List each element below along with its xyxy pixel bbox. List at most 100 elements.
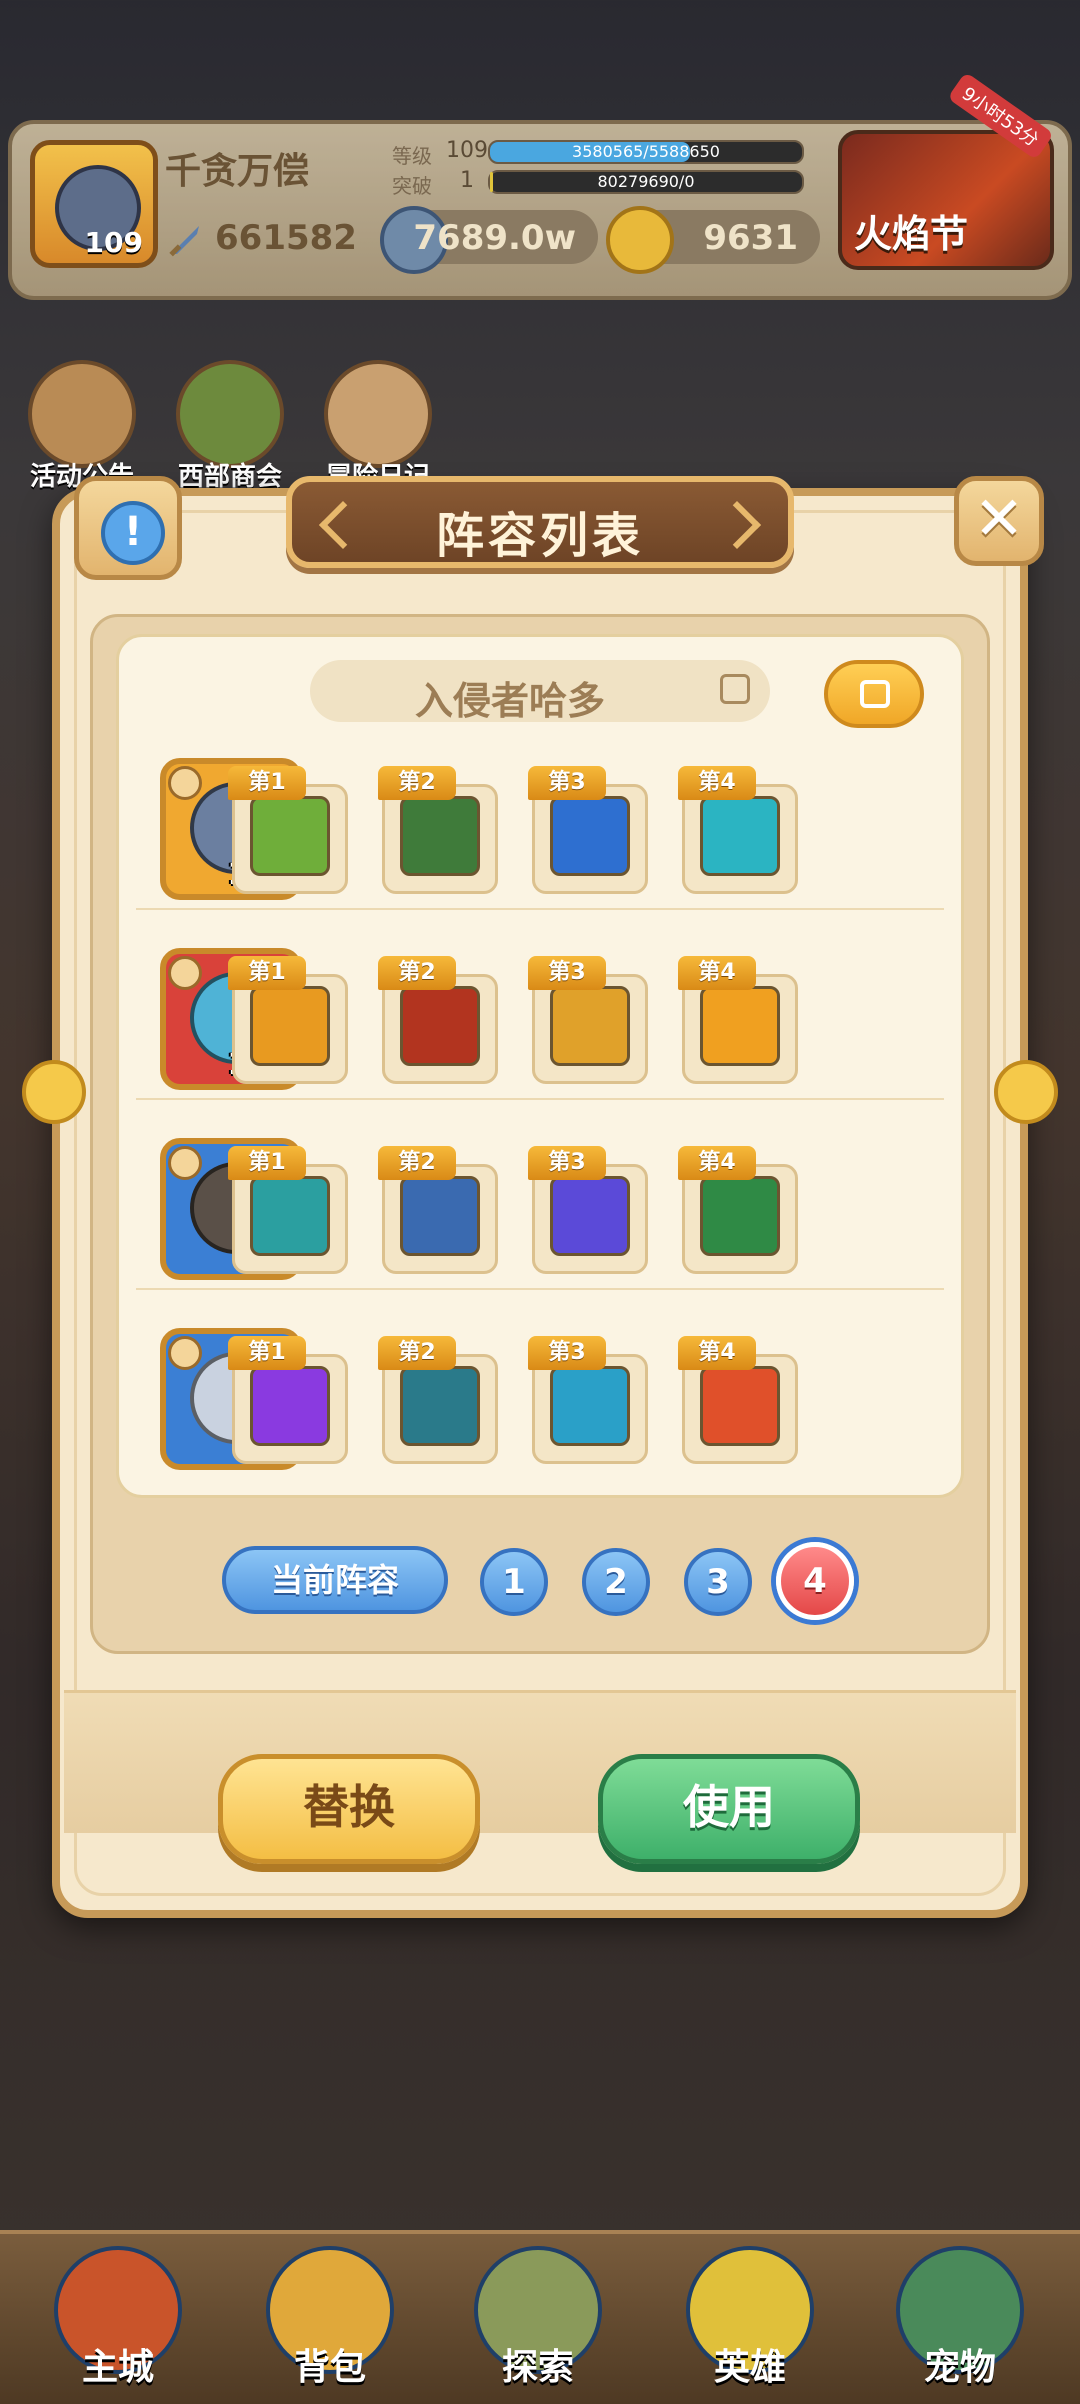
skill-slot[interactable]: 第3 — [528, 956, 648, 1088]
skill-slot[interactable]: 第3 — [528, 1146, 648, 1278]
nav-explore[interactable]: 探索 — [438, 2246, 638, 2400]
skill-slot[interactable]: 第2 — [378, 766, 498, 898]
event-name: 火焰节 — [854, 212, 969, 256]
skill-slot[interactable]: 第4 — [678, 956, 798, 1088]
nav-label: 背包 — [293, 2347, 366, 2388]
combat-power: 661582 — [215, 218, 357, 258]
skill-slot[interactable]: 第2 — [378, 1336, 498, 1468]
share-icon — [860, 680, 890, 708]
skill-slot[interactable]: 第1 — [228, 766, 348, 898]
lineup-tab-1[interactable]: 1 — [480, 1548, 548, 1616]
lineup-tab-2[interactable]: 2 — [582, 1548, 650, 1616]
skill-icon — [400, 1176, 480, 1256]
skill-order-tag: 第3 — [528, 766, 606, 800]
gold-currency[interactable]: 9631 — [606, 206, 820, 274]
lineup-tab-4[interactable]: 4 — [776, 1542, 854, 1620]
modal-title-plate: 阵容列表 — [286, 476, 794, 568]
skill-slot[interactable]: 第1 — [228, 956, 348, 1088]
skill-order-tag: 第3 — [528, 956, 606, 990]
skill-icon — [250, 796, 330, 876]
row-divider — [136, 1288, 944, 1290]
skill-order-tag: 第1 — [228, 766, 306, 800]
breakthrough-label: 突破 — [392, 174, 432, 198]
element-icon — [168, 1146, 202, 1180]
skill-slot[interactable]: 第4 — [678, 766, 798, 898]
close-button[interactable]: ✕ — [954, 476, 1044, 566]
fire-festival-event[interactable]: 9小时53分 火焰节 — [838, 71, 1054, 270]
level-value: 109 — [446, 138, 488, 163]
skill-order-tag: 第4 — [678, 1146, 756, 1180]
modal-footer-decoration — [64, 1690, 1016, 1833]
skill-icon — [400, 1366, 480, 1446]
element-icon — [168, 1336, 202, 1370]
hero-row: 90第1第2第3第4 — [116, 1110, 964, 1290]
skill-icon — [550, 796, 630, 876]
nav-pets[interactable]: 宠物 — [860, 2246, 1060, 2400]
nav-label: 探索 — [501, 2347, 574, 2388]
skill-icon — [250, 1176, 330, 1256]
edit-icon[interactable] — [720, 674, 750, 704]
skill-order-tag: 第2 — [378, 766, 456, 800]
silver-value: 7689.0w — [413, 218, 576, 258]
info-icon: ! — [101, 501, 165, 565]
info-button[interactable]: ! — [74, 476, 182, 580]
skill-order-tag: 第4 — [678, 766, 756, 800]
lineup-name-field[interactable]: 入侵者哈多 — [310, 660, 770, 723]
skill-order-tag: 第4 — [678, 1336, 756, 1370]
skill-icon — [400, 986, 480, 1066]
breakthrough-value: 1 — [460, 168, 474, 193]
shortcut-western-guild[interactable]: 西部商会 — [170, 360, 290, 493]
skill-icon — [700, 1366, 780, 1446]
skill-slot[interactable]: 第1 — [228, 1336, 348, 1468]
lineup-tab-3[interactable]: 3 — [684, 1548, 752, 1616]
silver-currency[interactable]: 7689.0w — [380, 206, 598, 274]
skill-icon — [550, 1176, 630, 1256]
shortcut-adventure-diary[interactable]: 冒险日记 — [318, 360, 438, 493]
diary-icon — [324, 360, 432, 468]
nav-heroes[interactable]: 英雄 — [650, 2246, 850, 2400]
next-page-arrow[interactable] — [994, 1060, 1058, 1124]
player-avatar[interactable]: 109 — [30, 140, 158, 268]
share-button[interactable] — [824, 660, 924, 728]
skill-slot[interactable]: 第3 — [528, 1336, 648, 1468]
modal-title: 阵容列表 — [435, 508, 644, 564]
skill-order-tag: 第1 — [228, 1146, 306, 1180]
skill-slot[interactable]: 第4 — [678, 1336, 798, 1468]
lineup-name-text: 入侵者哈多 — [414, 679, 605, 723]
use-button[interactable]: 使用 — [598, 1754, 860, 1864]
skill-slot[interactable]: 第1 — [228, 1146, 348, 1278]
shortcut-announcement[interactable]: 活动公告 — [22, 360, 142, 493]
skill-order-tag: 第3 — [528, 1146, 606, 1180]
skill-slot[interactable]: 第2 — [378, 1146, 498, 1278]
breakthrough-exp-bar: 80279690/0 — [488, 170, 804, 194]
hero-row: 90第1第2第3第4 — [116, 1300, 964, 1480]
current-lineup-label: 当前阵容 — [222, 1546, 448, 1614]
level-label: 等级 — [392, 144, 432, 168]
skill-order-tag: 第2 — [378, 956, 456, 990]
nav-label: 英雄 — [713, 2347, 786, 2388]
skill-slot[interactable]: 第2 — [378, 956, 498, 1088]
nav-backpack[interactable]: 背包 — [230, 2246, 430, 2400]
sword-icon — [169, 226, 199, 257]
skill-icon — [250, 1366, 330, 1446]
skill-order-tag: 第3 — [528, 1336, 606, 1370]
replace-button[interactable]: 替换 — [218, 1754, 480, 1864]
close-icon: ✕ — [973, 484, 1025, 554]
skill-slot[interactable]: 第4 — [678, 1146, 798, 1278]
skill-icon — [700, 796, 780, 876]
level-exp-text: 3580565/5588650 — [572, 142, 720, 161]
nav-label: 主城 — [81, 2347, 154, 2388]
hero-row: 109第1第2第3第4 — [116, 730, 964, 910]
hero-row: 119第1第2第3第4 — [116, 920, 964, 1100]
skill-icon — [400, 796, 480, 876]
skill-icon — [550, 1366, 630, 1446]
nav-main-city[interactable]: 主城 — [18, 2246, 218, 2400]
gold-coin-icon — [606, 206, 674, 274]
skill-order-tag: 第1 — [228, 956, 306, 990]
nav-label: 宠物 — [923, 2347, 996, 2388]
skill-icon — [250, 986, 330, 1066]
skill-slot[interactable]: 第3 — [528, 766, 648, 898]
skill-icon — [550, 986, 630, 1066]
prev-page-arrow[interactable] — [22, 1060, 86, 1124]
breakthrough-exp-text: 80279690/0 — [597, 172, 695, 191]
